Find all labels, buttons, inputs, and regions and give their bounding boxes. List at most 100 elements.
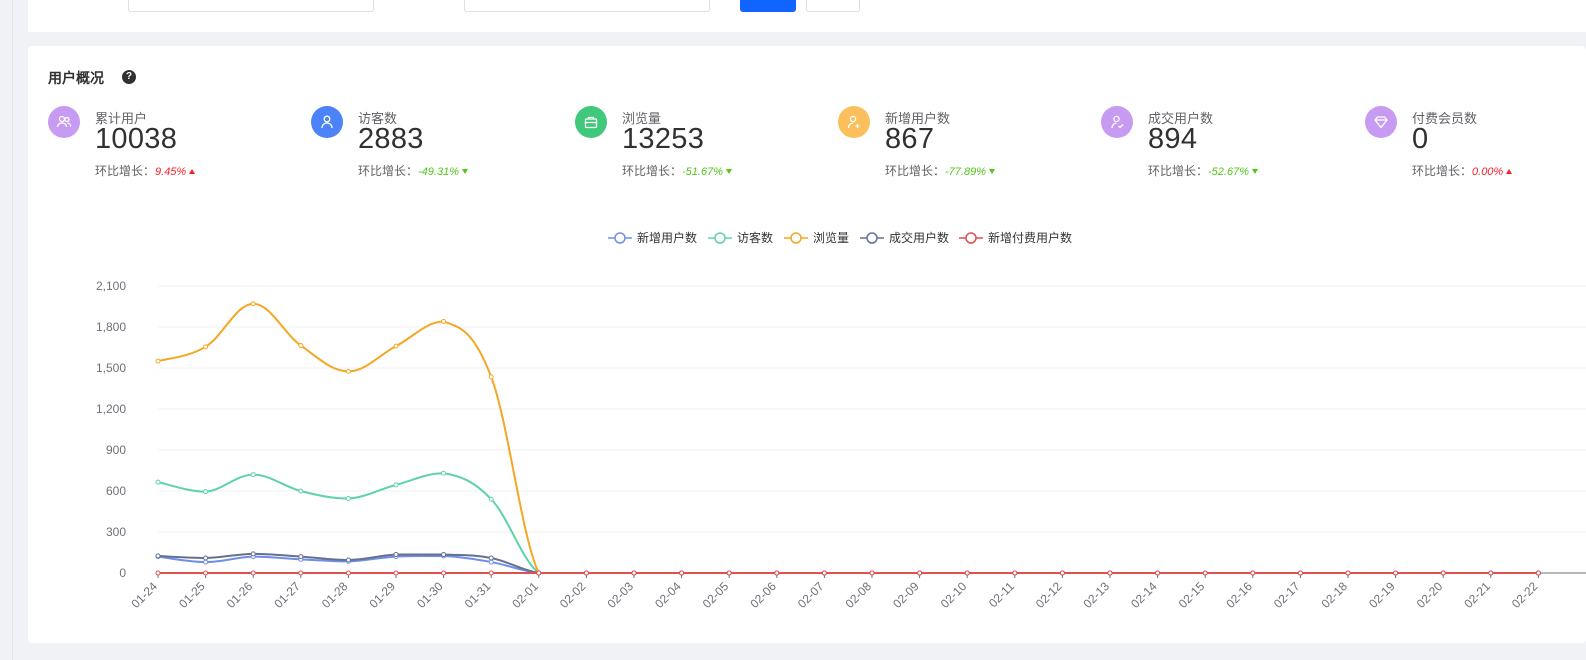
filter-bar (28, 0, 1586, 32)
data-point (155, 570, 161, 576)
date-range-picker[interactable] (464, 0, 710, 12)
query-button[interactable] (740, 0, 796, 12)
x-tick-label: 02-21 (1461, 579, 1493, 611)
data-point (488, 374, 494, 380)
data-point (488, 559, 494, 565)
x-tick-label: 02-14 (1128, 579, 1160, 611)
x-tick-label: 01-27 (271, 579, 303, 611)
data-point (1535, 570, 1541, 576)
data-point (393, 343, 399, 349)
data-point (1012, 570, 1018, 576)
data-point (155, 479, 161, 485)
data-point (250, 472, 256, 478)
data-point (393, 482, 399, 488)
x-tick-label: 02-19 (1366, 579, 1398, 611)
data-point (1440, 570, 1446, 576)
x-tick-label: 02-04 (652, 579, 684, 611)
x-tick-label: 02-20 (1414, 579, 1446, 611)
data-point (1155, 570, 1161, 576)
y-tick-label: 600 (106, 484, 126, 498)
x-tick-label: 01-29 (367, 579, 399, 611)
legend-label: 成交用户数 (889, 230, 949, 245)
data-point (774, 570, 780, 576)
data-point (869, 570, 875, 576)
data-point (203, 489, 209, 495)
data-point (821, 570, 827, 576)
x-tick-label: 01-25 (176, 579, 208, 611)
data-point (441, 570, 447, 576)
data-point (917, 570, 923, 576)
x-tick-label: 02-05 (700, 579, 732, 611)
legend-marker (714, 232, 726, 244)
data-point (393, 570, 399, 576)
data-point (345, 368, 351, 374)
data-point (1393, 570, 1399, 576)
data-point (250, 570, 256, 576)
y-tick-label: 300 (106, 525, 126, 539)
legend-label: 浏览量 (813, 230, 849, 245)
data-point (298, 554, 304, 560)
data-point (726, 570, 732, 576)
export-button[interactable] (806, 0, 860, 12)
x-tick-label: 01-28 (319, 579, 351, 611)
data-point (155, 553, 161, 559)
data-point (1488, 570, 1494, 576)
data-point (298, 570, 304, 576)
data-point (488, 555, 494, 561)
y-tick-label: 900 (106, 443, 126, 457)
y-tick-label: 1,800 (96, 320, 126, 334)
x-tick-label: 02-08 (843, 579, 875, 611)
x-tick-label: 01-24 (129, 579, 161, 611)
y-tick-label: 0 (119, 566, 126, 580)
data-point (250, 301, 256, 307)
data-point (1059, 570, 1065, 576)
data-point (441, 319, 447, 325)
x-tick-label: 02-18 (1319, 579, 1351, 611)
data-point (964, 570, 970, 576)
data-point (488, 496, 494, 502)
data-point (345, 570, 351, 576)
data-point (1345, 570, 1351, 576)
series-line (157, 552, 1539, 574)
data-point (203, 555, 209, 561)
x-tick-label: 02-13 (1081, 579, 1113, 611)
data-point (203, 559, 209, 565)
x-tick-label: 01-30 (414, 579, 446, 611)
data-point (1202, 570, 1208, 576)
x-tick-label: 02-02 (557, 579, 589, 611)
y-tick-label: 2,100 (96, 279, 126, 293)
legend-marker (790, 232, 802, 244)
data-point (441, 470, 447, 476)
x-tick-label: 02-11 (986, 579, 1017, 610)
line-chart: 0 300 600 900 1,200 1,500 1,800 2,100 01-24 01-25… (96, 230, 1586, 611)
data-point (488, 570, 494, 576)
channel-select[interactable] (128, 0, 374, 12)
data-point (345, 557, 351, 563)
data-point (1250, 570, 1256, 576)
data-point (155, 358, 161, 364)
left-sidebar-edge (0, 0, 13, 660)
data-point (203, 344, 209, 350)
data-point (1297, 570, 1303, 576)
x-tick-label: 02-10 (938, 579, 970, 611)
data-point (393, 552, 399, 558)
series-line (157, 302, 1539, 574)
x-tick-label: 01-26 (224, 579, 256, 611)
x-tick-label: 02-16 (1223, 579, 1255, 611)
data-point (631, 570, 637, 576)
data-point (536, 570, 542, 576)
data-point (298, 488, 304, 494)
y-tick-label: 1,200 (96, 402, 126, 416)
x-tick-label: 02-22 (1509, 579, 1541, 611)
data-point (1107, 570, 1113, 576)
data-point (250, 551, 256, 557)
y-tick-label: 1,500 (96, 361, 126, 375)
data-point (203, 570, 209, 576)
x-tick-label: 01-31 (462, 579, 494, 611)
data-point (583, 570, 589, 576)
x-tick-label: 02-15 (1176, 579, 1208, 611)
x-tick-label: 02-03 (605, 579, 637, 611)
data-point (441, 552, 447, 558)
x-tick-label: 02-01 (509, 579, 541, 611)
x-tick-label: 02-06 (747, 579, 779, 611)
